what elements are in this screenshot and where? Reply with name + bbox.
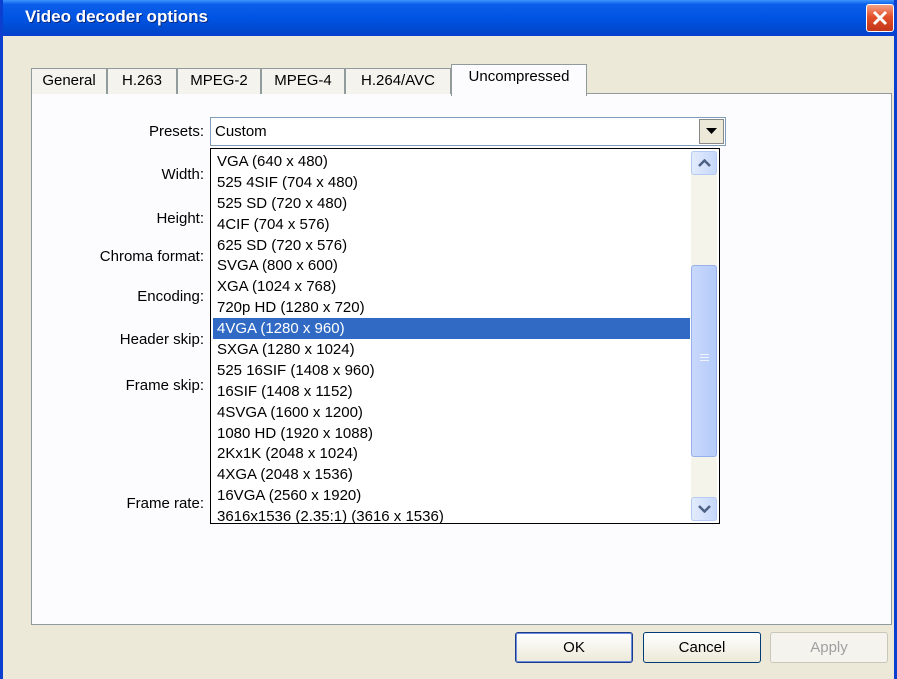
apply-button[interactable]: Apply <box>770 632 888 663</box>
preset-option[interactable]: SXGA (1280 x 1024) <box>213 339 690 360</box>
preset-option[interactable]: 4VGA (1280 x 960) <box>213 318 690 340</box>
preset-option[interactable]: 625 SD (720 x 576) <box>213 235 690 256</box>
preset-option[interactable]: 4XGA (2048 x 1536) <box>213 464 690 485</box>
presets-dropdown-list[interactable]: VGA (640 x 480) 525 4SIF (704 x 480) 525 S… <box>210 148 720 527</box>
tab-label: MPEG-4 <box>274 72 332 89</box>
chroma-format-label: Chroma format: <box>99 248 204 265</box>
frame-skip-label: Frame skip: <box>125 377 204 394</box>
scroll-up-button[interactable] <box>691 151 717 175</box>
chevron-down-icon <box>706 128 717 134</box>
preset-option[interactable]: 4SVGA (1600 x 1200) <box>213 402 690 423</box>
presets-select[interactable]: Custom <box>210 117 726 146</box>
height-label: Height: <box>156 210 204 227</box>
scroll-grip <box>700 360 709 361</box>
preset-option[interactable]: 3616x1536 (2.35:1) (3616 x 1536) <box>213 506 690 527</box>
encoding-label: Encoding: <box>137 288 204 305</box>
scroll-grip <box>700 354 709 355</box>
tab-general[interactable]: General <box>31 68 107 94</box>
ok-button[interactable]: OK <box>515 632 633 663</box>
preset-option[interactable]: 525 16SIF (1408 x 960) <box>213 360 690 381</box>
preset-option[interactable]: 4CIF (704 x 576) <box>213 214 690 235</box>
preset-option[interactable]: 16SIF (1408 x 1152) <box>213 381 690 402</box>
options-list: VGA (640 x 480) 525 4SIF (704 x 480) 525 S… <box>213 151 690 527</box>
preset-option[interactable]: 525 4SIF (704 x 480) <box>213 172 690 193</box>
cancel-button[interactable]: Cancel <box>643 632 761 663</box>
tab-label: General <box>42 72 96 89</box>
header-skip-label: Header skip: <box>119 331 204 348</box>
preset-option[interactable]: 525 SD (720 x 480) <box>213 193 690 214</box>
close-icon <box>872 10 888 26</box>
vertical-scrollbar[interactable] <box>691 151 717 521</box>
tab-mpeg4[interactable]: MPEG-4 <box>261 68 345 94</box>
scroll-down-button[interactable] <box>691 497 717 521</box>
preset-option[interactable]: 1080 HD (1920 x 1088) <box>213 423 690 444</box>
presets-value: Custom <box>215 123 267 140</box>
scroll-grip <box>700 357 709 358</box>
preset-option[interactable]: 2Kx1K (2048 x 1024) <box>213 443 690 464</box>
tab-h263[interactable]: H.263 <box>107 68 177 94</box>
width-label: Width: <box>161 166 204 183</box>
tab-uncompressed[interactable]: Uncompressed <box>451 64 587 96</box>
dialog-window: Video decoder options General H.263 MPEG… <box>0 0 897 679</box>
tab-label: H.263 <box>121 72 163 89</box>
tab-h264-avc[interactable]: H.264/AVC <box>345 68 451 94</box>
preset-option[interactable]: 720p HD (1280 x 720) <box>213 297 690 318</box>
preset-option[interactable]: XGA (1024 x 768) <box>213 276 690 297</box>
window-title: Video decoder options <box>25 7 208 26</box>
presets-label: Presets: <box>148 123 204 140</box>
tab-label: H.264/AVC <box>361 72 435 89</box>
preset-option[interactable]: VGA (640 x 480) <box>213 151 690 172</box>
preset-option[interactable]: SVGA (800 x 600) <box>213 255 690 276</box>
title-bar[interactable]: Video decoder options <box>3 0 894 36</box>
tab-label: MPEG-2 <box>190 72 248 89</box>
close-button[interactable] <box>866 4 894 32</box>
frame-rate-label: Frame rate: <box>126 495 204 512</box>
chevron-up-icon <box>698 159 711 167</box>
scroll-thumb[interactable] <box>691 265 717 457</box>
preset-option[interactable]: 16VGA (2560 x 1920) <box>213 485 690 506</box>
tab-mpeg2[interactable]: MPEG-2 <box>177 68 261 94</box>
tab-label: Uncompressed <box>468 68 570 85</box>
chevron-down-icon <box>698 505 711 513</box>
presets-dropdown-button[interactable] <box>699 119 724 144</box>
